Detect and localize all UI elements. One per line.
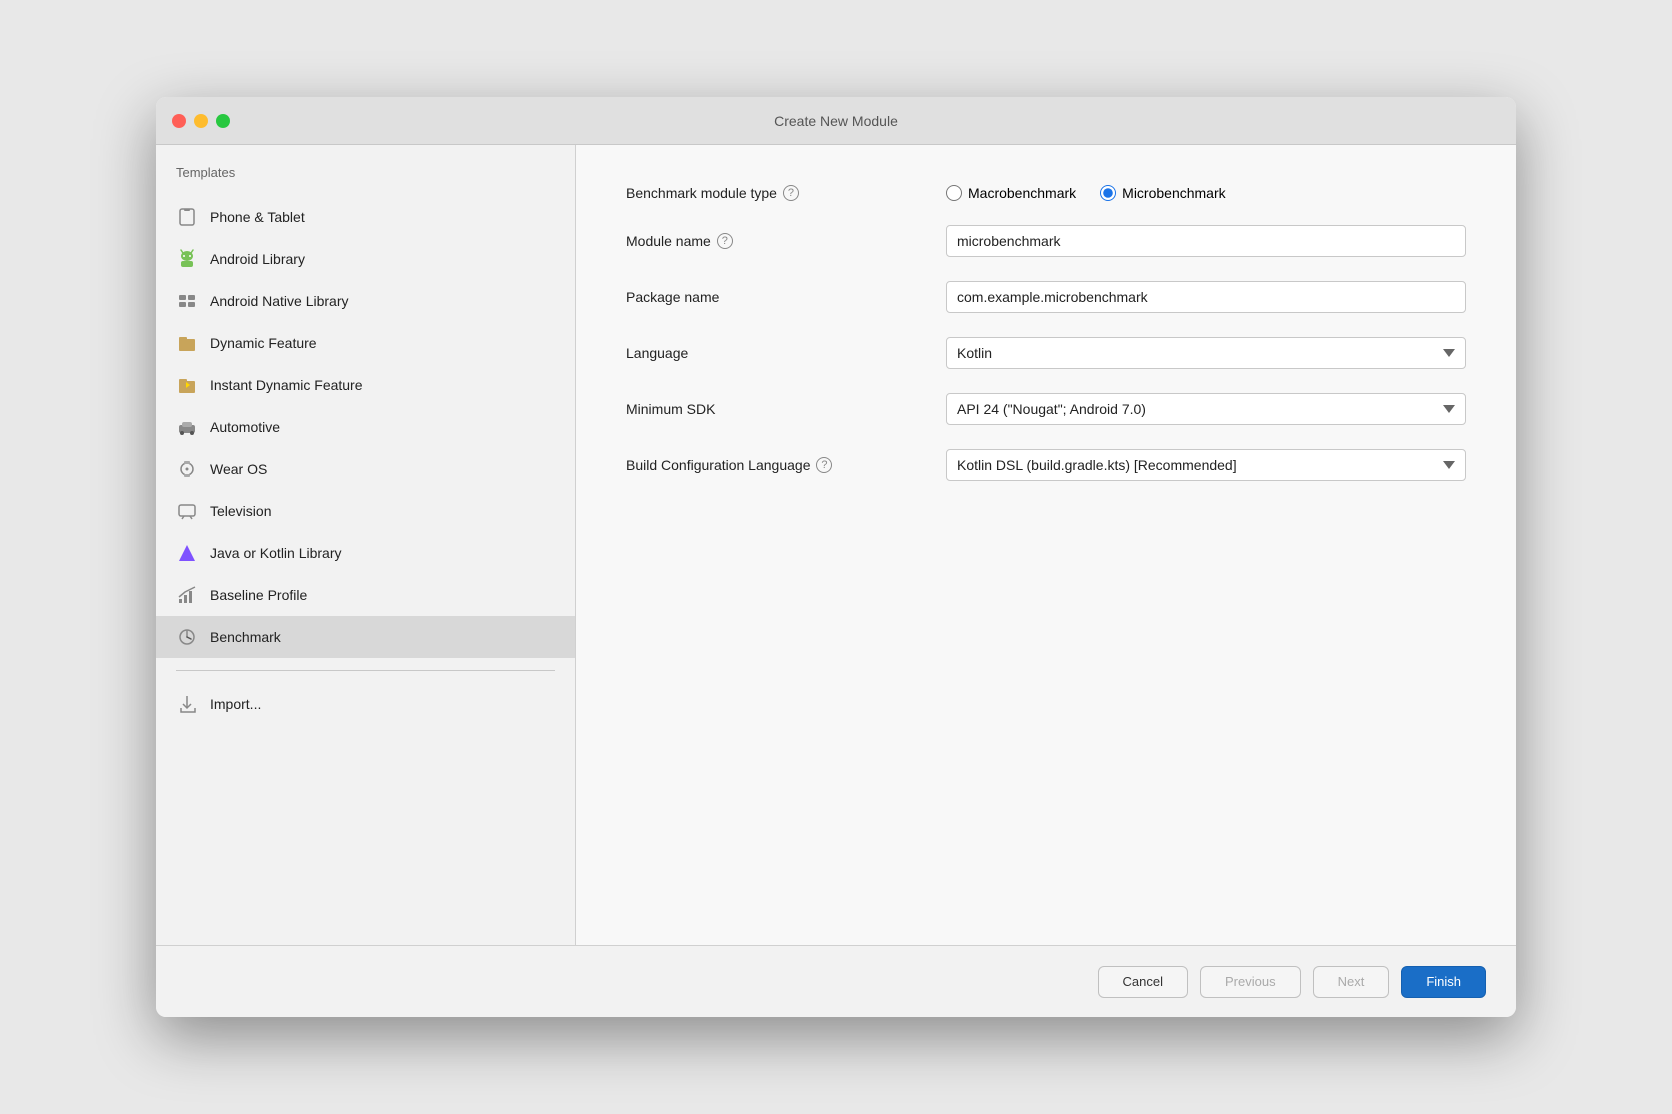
automotive-icon	[176, 416, 198, 438]
module-name-input[interactable]	[946, 225, 1466, 257]
benchmark-module-type-help-icon[interactable]: ?	[783, 185, 799, 201]
wear-os-icon	[176, 458, 198, 480]
sidebar-label-import: Import...	[210, 696, 261, 712]
build-config-help-icon[interactable]: ?	[816, 457, 832, 473]
sidebar-divider	[176, 670, 555, 671]
import-icon	[176, 693, 198, 715]
language-select[interactable]: Kotlin Java	[946, 337, 1466, 369]
package-name-label: Package name	[626, 289, 946, 305]
main-content: Benchmark module type ? Macrobenchmark M…	[576, 145, 1516, 945]
previous-button[interactable]: Previous	[1200, 966, 1301, 998]
dynamic-feature-icon	[176, 332, 198, 354]
sidebar-item-television[interactable]: Television	[156, 490, 575, 532]
sidebar-item-automotive[interactable]: Automotive	[156, 406, 575, 448]
macrobenchmark-option[interactable]: Macrobenchmark	[946, 185, 1076, 201]
minimum-sdk-row: Minimum SDK API 21 ("Lollipop"; Android …	[626, 393, 1466, 425]
sidebar-label-phone-tablet: Phone & Tablet	[210, 209, 305, 225]
sidebar: Templates Phone & Tablet	[156, 145, 576, 945]
microbenchmark-radio[interactable]	[1100, 185, 1116, 201]
next-button[interactable]: Next	[1313, 966, 1390, 998]
finish-button[interactable]: Finish	[1401, 966, 1486, 998]
sidebar-label-instant-dynamic-feature: Instant Dynamic Feature	[210, 377, 363, 393]
sidebar-label-android-native-library: Android Native Library	[210, 293, 349, 309]
sidebar-label-baseline-profile: Baseline Profile	[210, 587, 307, 603]
close-button[interactable]	[172, 114, 186, 128]
sidebar-item-dynamic-feature[interactable]: Dynamic Feature	[156, 322, 575, 364]
sidebar-label-java-kotlin-library: Java or Kotlin Library	[210, 545, 342, 561]
dialog-title: Create New Module	[774, 113, 898, 129]
java-kotlin-library-icon	[176, 542, 198, 564]
instant-dynamic-feature-icon	[176, 374, 198, 396]
sidebar-item-baseline-profile[interactable]: Baseline Profile	[156, 574, 575, 616]
module-name-help-icon[interactable]: ?	[717, 233, 733, 249]
sidebar-section-title: Templates	[156, 165, 575, 196]
sidebar-label-automotive: Automotive	[210, 419, 280, 435]
dialog-footer: Cancel Previous Next Finish	[156, 945, 1516, 1017]
sidebar-item-android-native-library[interactable]: Android Native Library	[156, 280, 575, 322]
sidebar-label-dynamic-feature: Dynamic Feature	[210, 335, 317, 351]
baseline-profile-icon	[176, 584, 198, 606]
sidebar-item-wear-os[interactable]: Wear OS	[156, 448, 575, 490]
titlebar: Create New Module	[156, 97, 1516, 145]
build-config-row: Build Configuration Language ? Kotlin DS…	[626, 449, 1466, 481]
build-config-control: Kotlin DSL (build.gradle.kts) [Recommend…	[946, 449, 1466, 481]
benchmark-module-type-control: Macrobenchmark Microbenchmark	[946, 185, 1466, 201]
build-config-select[interactable]: Kotlin DSL (build.gradle.kts) [Recommend…	[946, 449, 1466, 481]
package-name-input[interactable]	[946, 281, 1466, 313]
module-name-control	[946, 225, 1466, 257]
sidebar-label-wear-os: Wear OS	[210, 461, 267, 477]
android-native-library-icon	[176, 290, 198, 312]
minimum-sdk-select[interactable]: API 21 ("Lollipop"; Android 5.0) API 24 …	[946, 393, 1466, 425]
module-name-label: Module name ?	[626, 233, 946, 249]
benchmark-module-type-label: Benchmark module type ?	[626, 185, 946, 201]
minimize-button[interactable]	[194, 114, 208, 128]
sidebar-item-instant-dynamic-feature[interactable]: Instant Dynamic Feature	[156, 364, 575, 406]
language-control: Kotlin Java	[946, 337, 1466, 369]
minimum-sdk-control: API 21 ("Lollipop"; Android 5.0) API 24 …	[946, 393, 1466, 425]
android-library-icon	[176, 248, 198, 270]
package-name-row: Package name	[626, 281, 1466, 313]
sidebar-label-benchmark: Benchmark	[210, 629, 281, 645]
dialog-body: Templates Phone & Tablet	[156, 145, 1516, 945]
minimum-sdk-label: Minimum SDK	[626, 401, 946, 417]
package-name-control	[946, 281, 1466, 313]
sidebar-item-import[interactable]: Import...	[156, 683, 575, 725]
benchmark-module-type-row: Benchmark module type ? Macrobenchmark M…	[626, 185, 1466, 201]
sidebar-item-benchmark[interactable]: Benchmark	[156, 616, 575, 658]
maximize-button[interactable]	[216, 114, 230, 128]
module-name-row: Module name ?	[626, 225, 1466, 257]
language-label: Language	[626, 345, 946, 361]
sidebar-label-android-library: Android Library	[210, 251, 305, 267]
language-row: Language Kotlin Java	[626, 337, 1466, 369]
sidebar-label-television: Television	[210, 503, 271, 519]
cancel-button[interactable]: Cancel	[1098, 966, 1188, 998]
sidebar-item-java-kotlin-library[interactable]: Java or Kotlin Library	[156, 532, 575, 574]
macrobenchmark-radio[interactable]	[946, 185, 962, 201]
titlebar-buttons	[172, 114, 230, 128]
television-icon	[176, 500, 198, 522]
sidebar-item-android-library[interactable]: Android Library	[156, 238, 575, 280]
create-new-module-dialog: Create New Module Templates Phone & Tabl…	[156, 97, 1516, 1017]
phone-tablet-icon	[176, 206, 198, 228]
microbenchmark-option[interactable]: Microbenchmark	[1100, 185, 1225, 201]
build-config-label: Build Configuration Language ?	[626, 457, 946, 473]
sidebar-item-phone-tablet[interactable]: Phone & Tablet	[156, 196, 575, 238]
benchmark-icon	[176, 626, 198, 648]
